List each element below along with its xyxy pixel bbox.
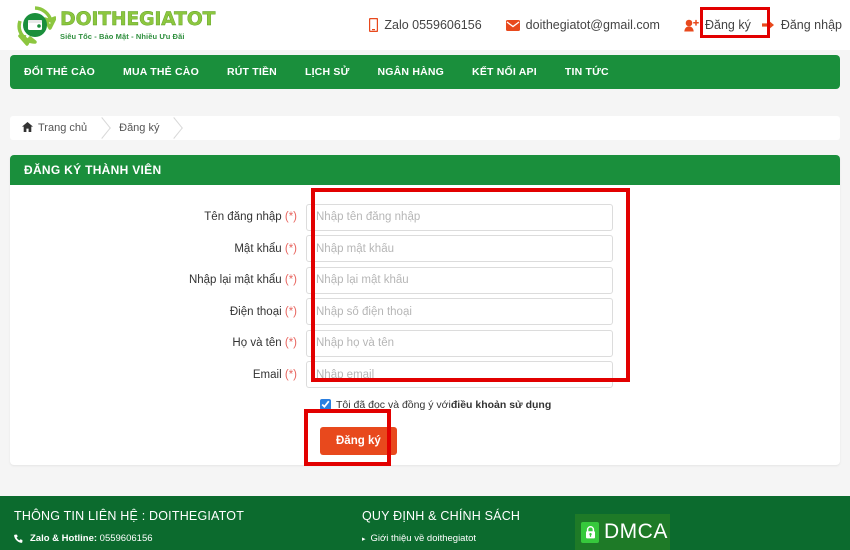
chevron-right-icon: ▸ [362, 535, 366, 543]
label-password-confirm: Nhập lại mật khẩu (*) [10, 274, 306, 286]
label-password: Mật khẩu (*) [10, 243, 306, 255]
nav-item-ket-noi-api[interactable]: KẾT NỐI API [458, 55, 551, 89]
submit-row: Đăng ký [320, 426, 840, 455]
nav-item-mua-the-cao[interactable]: MUA THẺ CÀO [109, 55, 213, 89]
footer-policy-link-0[interactable]: ▸ Giới thiệu về doithegiatot [362, 533, 520, 544]
register-link[interactable]: Đăng ký [684, 18, 751, 32]
terms-text: Tôi đã đọc và đồng ý với [336, 398, 451, 411]
logo-tagline: Siêu Tốc - Bảo Mật - Nhiều Ưu Đãi [60, 31, 185, 41]
nav-item-rut-tien[interactable]: RÚT TIỀN [213, 55, 291, 89]
email-input[interactable] [306, 361, 613, 388]
form-row-phone: Điện thoại (*) [10, 296, 840, 328]
breadcrumb-item-home[interactable]: Trang chủ [10, 116, 97, 140]
label-username-text: Tên đăng nhập [204, 211, 282, 223]
footer-hotline-value: 0559606156 [99, 533, 153, 544]
phone-input[interactable] [306, 298, 613, 325]
mobile-icon [369, 18, 379, 32]
zalo-contact[interactable]: Zalo 0559606156 [369, 18, 482, 32]
breadcrumb: Trang chủ Đăng ký [10, 116, 840, 140]
login-label: Đăng nhập [780, 18, 842, 32]
login-link[interactable]: Đăng nhập [761, 18, 842, 32]
required-marker: (*) [284, 211, 297, 223]
required-marker: (*) [284, 242, 297, 255]
user-plus-icon [684, 19, 699, 32]
nav-item-lich-su[interactable]: LỊCH SỬ [291, 55, 364, 89]
panel-title: ĐĂNG KÝ THÀNH VIÊN [10, 155, 840, 185]
fullname-input[interactable] [306, 329, 613, 357]
footer-contact-column: THÔNG TIN LIÊN HỆ : DOITHEGIATOT Zalo & … [14, 509, 244, 544]
terms-agreement-row: Tôi đã đọc và đồng ý với điều khoản sử d… [320, 399, 840, 411]
label-email-text: Email [252, 368, 282, 381]
footer-hotline-label: Zalo & Hotline: [30, 533, 98, 544]
lock-icon [581, 521, 599, 543]
footer-policy-link-label: Giới thiệu về doithegiatot [370, 533, 477, 544]
form-row-fullname: Họ và tên (*) [10, 327, 840, 359]
label-email: Email (*) [10, 369, 306, 381]
terms-checkbox[interactable] [320, 399, 331, 410]
label-phone: Điện thoại (*) [10, 306, 306, 318]
phone-icon [14, 534, 24, 544]
required-marker: (*) [284, 274, 297, 286]
footer-hotline[interactable]: Zalo & Hotline: 0559606156 [14, 533, 244, 544]
label-password-confirm-text: Nhập lại mật khẩu [188, 274, 282, 286]
form-row-email: Email (*) [10, 359, 840, 391]
email-label: doithegiatot@gmail.com [525, 18, 660, 32]
breadcrumb-home-label: Trang chủ [38, 122, 88, 134]
page-root: DOITHEGIATOT Siêu Tốc - Bảo Mật - Nhiều … [0, 0, 850, 550]
nav-item-ngan-hang[interactable]: NGÂN HÀNG [363, 55, 458, 89]
breadcrumb-separator-end [169, 116, 179, 140]
breadcrumb-current-label: Đăng ký [119, 122, 160, 134]
dmca-badge[interactable]: DMCA [575, 514, 670, 550]
sign-in-icon [761, 19, 775, 31]
breadcrumb-separator [97, 116, 107, 140]
breadcrumb-item-current: Đăng ký [107, 116, 169, 140]
dmca-label: DMCA [604, 520, 668, 543]
footer-policy-column: QUY ĐỊNH & CHÍNH SÁCH ▸ Giới thiệu về do… [362, 509, 520, 544]
register-panel: ĐĂNG KÝ THÀNH VIÊN Tên đăng nhập (*) Mật… [10, 155, 840, 465]
register-label: Đăng ký [704, 18, 751, 32]
nav-item-tin-tuc[interactable]: TIN TỨC [551, 55, 623, 89]
username-input[interactable] [306, 203, 613, 231]
required-marker: (*) [284, 337, 297, 349]
form-row-password: Mật khẩu (*) [10, 233, 840, 265]
home-icon [22, 121, 33, 135]
site-footer: THÔNG TIN LIÊN HỆ : DOITHEGIATOT Zalo & … [0, 496, 850, 550]
password-confirm-input[interactable] [306, 266, 613, 294]
footer-contact-title: THÔNG TIN LIÊN HỆ : DOITHEGIATOT [14, 509, 245, 523]
label-password-text: Mật khẩu [234, 242, 282, 255]
wallet-recycle-icon [14, 4, 57, 46]
label-username: Tên đăng nhập (*) [10, 211, 306, 223]
nav-item-doi-the-cao[interactable]: ĐỔI THẺ CÀO [10, 55, 109, 89]
site-logo[interactable]: DOITHEGIATOT Siêu Tốc - Bảo Mật - Nhiều … [14, 4, 216, 46]
logo-title: DOITHEGIATOT [60, 7, 216, 30]
email-contact[interactable]: doithegiatot@gmail.com [505, 18, 660, 32]
required-marker: (*) [284, 368, 297, 381]
form-row-password-confirm: Nhập lại mật khẩu (*) [10, 264, 840, 296]
main-navigation: ĐỔI THẺ CÀO MUA THẺ CÀO RÚT TIỀN LỊCH SỬ… [10, 55, 840, 89]
envelope-icon [505, 19, 520, 31]
top-right-links: Zalo 0559606156 doithegiatot@gmail.com Đ… [369, 18, 842, 32]
footer-policy-title: QUY ĐỊNH & CHÍNH SÁCH [362, 509, 521, 523]
top-header: DOITHEGIATOT Siêu Tốc - Bảo Mật - Nhiều … [0, 0, 850, 50]
label-fullname: Họ và tên (*) [10, 337, 306, 349]
terms-link[interactable]: điều khoản sử dụng [451, 399, 551, 411]
password-input[interactable] [306, 235, 613, 262]
required-marker: (*) [284, 305, 297, 318]
label-fullname-text: Họ và tên [232, 337, 282, 349]
register-submit-button[interactable]: Đăng ký [320, 426, 397, 455]
register-form: Tên đăng nhập (*) Mật khẩu (*) Nhập lại … [10, 185, 840, 455]
form-row-username: Tên đăng nhập (*) [10, 201, 840, 233]
zalo-label: Zalo 0559606156 [384, 18, 482, 32]
label-phone-text: Điện thoại [229, 305, 282, 318]
